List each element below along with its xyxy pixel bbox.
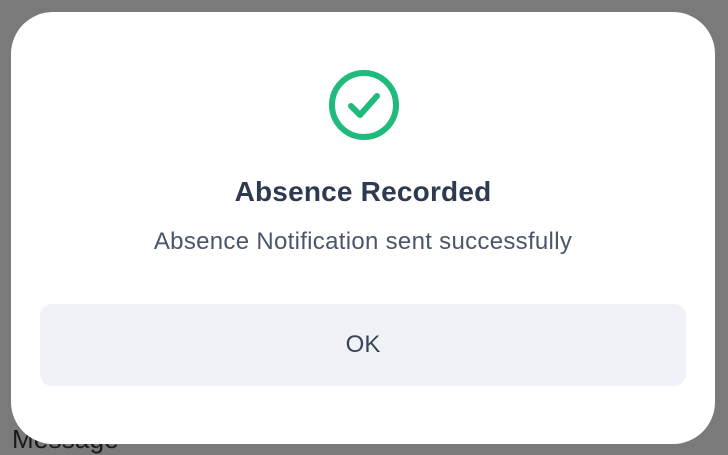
check-circle-icon <box>327 68 401 142</box>
dialog-message: Absence Notification sent successfully <box>153 228 573 255</box>
ok-button[interactable]: OK <box>40 304 686 386</box>
success-dialog: Absence Recorded Absence Notification se… <box>11 12 715 444</box>
dialog-title: Absence Recorded <box>234 176 492 207</box>
